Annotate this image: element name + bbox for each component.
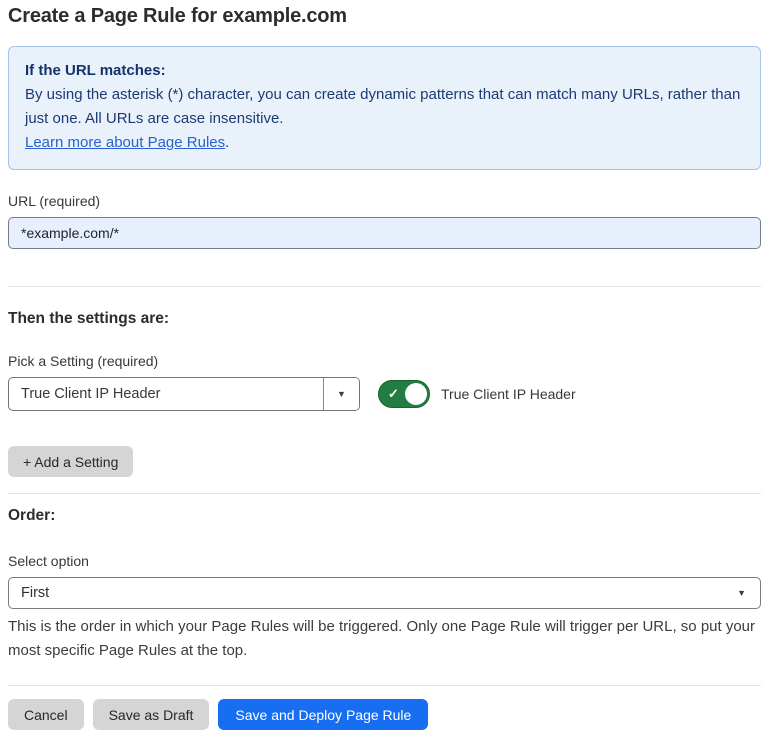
chevron-down-icon: ▼ <box>737 589 746 598</box>
setting-select[interactable]: True Client IP Header ▼ <box>8 377 360 411</box>
select-option-label: Select option <box>8 553 761 569</box>
setting-row: True Client IP Header ▼ ✓ True Client IP… <box>8 377 761 411</box>
add-setting-button[interactable]: + Add a Setting <box>8 446 133 477</box>
pick-setting-label: Pick a Setting (required) <box>8 353 761 369</box>
settings-section-heading: Then the settings are: <box>8 310 761 328</box>
divider <box>8 286 761 287</box>
link-period: . <box>225 134 229 151</box>
divider <box>8 493 761 494</box>
save-as-draft-button[interactable]: Save as Draft <box>93 699 210 730</box>
order-select-value: First <box>21 585 49 601</box>
info-box-link-line: Learn more about Page Rules. <box>25 131 744 155</box>
true-client-ip-toggle[interactable]: ✓ <box>378 380 430 408</box>
setting-select-arrow-button[interactable]: ▼ <box>323 378 359 410</box>
save-and-deploy-button[interactable]: Save and Deploy Page Rule <box>218 699 428 730</box>
order-section-heading: Order: <box>8 507 761 525</box>
page-title: Create a Page Rule for example.com <box>8 5 761 28</box>
chevron-down-icon: ▼ <box>337 390 346 399</box>
url-field-label: URL (required) <box>8 193 761 209</box>
info-box-body: By using the asterisk (*) character, you… <box>25 83 744 131</box>
toggle-label: True Client IP Header <box>441 386 576 402</box>
order-select[interactable]: First ▼ <box>8 577 761 609</box>
info-box-heading: If the URL matches: <box>25 59 744 83</box>
footer-actions: Cancel Save as Draft Save and Deploy Pag… <box>8 699 761 730</box>
check-icon: ✓ <box>388 386 399 402</box>
order-help-text: This is the order in which your Page Rul… <box>8 615 760 663</box>
url-input[interactable] <box>8 217 761 249</box>
learn-more-link[interactable]: Learn more about Page Rules <box>25 134 225 151</box>
url-match-info-box: If the URL matches: By using the asteris… <box>8 46 761 170</box>
divider <box>8 685 761 686</box>
setting-select-value: True Client IP Header <box>9 378 323 410</box>
toggle-knob <box>405 383 427 405</box>
cancel-button[interactable]: Cancel <box>8 699 84 730</box>
